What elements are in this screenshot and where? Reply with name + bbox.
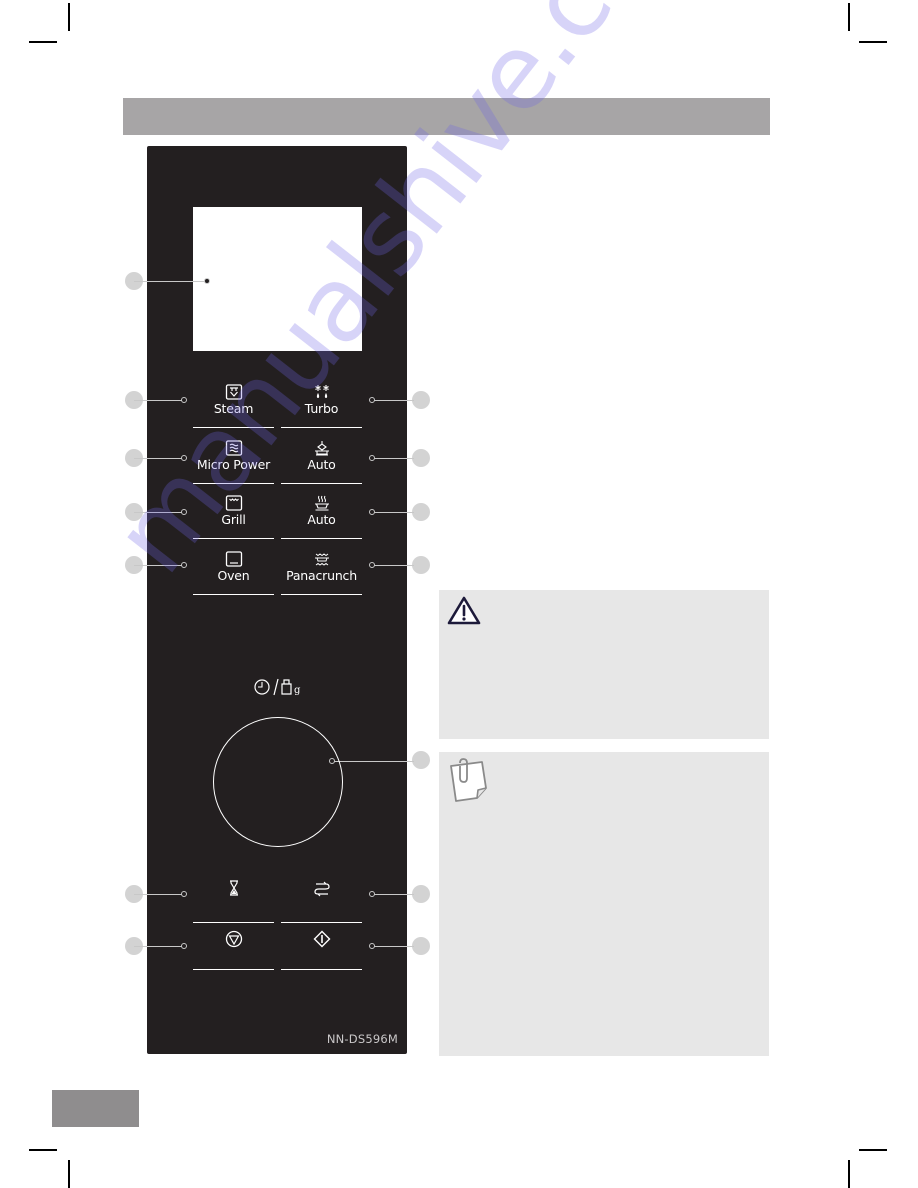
callout-marker-turbo (412, 391, 430, 409)
callout-line (134, 946, 182, 947)
steam-label: Steam (213, 401, 254, 416)
callout-dot (369, 455, 375, 461)
auto-cook-button[interactable]: Auto (281, 495, 362, 539)
note-paperclip-icon (450, 758, 487, 802)
callout-marker-auto-steam (412, 449, 430, 467)
callout-marker-dial (412, 751, 430, 769)
display-window (193, 207, 362, 351)
oven-label: Oven (217, 568, 250, 583)
callout-line (372, 458, 414, 459)
button-underline (193, 482, 274, 484)
callout-line (332, 761, 414, 762)
auto-cook-label: Auto (307, 512, 336, 527)
callout-line (134, 565, 182, 566)
button-underline (281, 426, 362, 428)
crop-mark (29, 1149, 57, 1151)
auto-steam-label: Auto (307, 457, 336, 472)
micro-power-button[interactable]: Micro Power (193, 440, 274, 484)
oven-button[interactable]: Oven (193, 551, 274, 595)
callout-marker-panacrunch (412, 556, 430, 574)
hourglass-icon (229, 880, 238, 896)
button-underline (193, 537, 274, 539)
svg-text:g: g (294, 685, 301, 696)
page-number-tab (52, 1090, 139, 1127)
crop-mark (29, 41, 57, 43)
switch-button[interactable] (281, 879, 362, 923)
start-button[interactable] (281, 926, 362, 970)
button-underline (193, 921, 274, 923)
turbo-button[interactable]: Turbo (281, 384, 362, 428)
grill-button[interactable]: Grill (193, 495, 274, 539)
microwave-waves-icon (225, 440, 242, 456)
model-number: NN-DS596M (326, 1032, 398, 1046)
button-underline (193, 593, 274, 595)
callout-line (372, 565, 414, 566)
start-icon (313, 930, 330, 948)
switch-arrows-icon (313, 881, 330, 897)
warning-box (439, 590, 769, 739)
callout-marker-start (412, 937, 430, 955)
steam-button[interactable]: Steam (193, 384, 274, 428)
callout-line (134, 458, 182, 459)
crop-mark (848, 3, 850, 31)
turbo-defrost-icon (314, 385, 329, 398)
callout-dot (204, 278, 210, 284)
callout-dot (369, 891, 375, 897)
auto-cook-icon (314, 495, 329, 511)
crop-mark (848, 1160, 850, 1188)
button-underline (281, 537, 362, 539)
turbo-label: Turbo (304, 401, 339, 416)
grill-icon (225, 495, 242, 511)
callout-line (134, 281, 206, 282)
button-underline (193, 968, 274, 970)
oven-icon (225, 551, 242, 567)
callout-line (372, 946, 414, 947)
button-underline (281, 968, 362, 970)
button-underline (281, 482, 362, 484)
callout-line (372, 400, 414, 401)
callout-line (372, 512, 414, 513)
callout-dot (181, 943, 187, 949)
callout-dot (369, 509, 375, 515)
microwave-control-panel: Steam Turbo Micro Power Auto Grill Auto … (134, 146, 414, 1054)
panacrunch-button[interactable]: Panacrunch (281, 551, 362, 595)
button-underline (281, 921, 362, 923)
grill-label: Grill (221, 512, 246, 527)
note-box (439, 752, 769, 1056)
panacrunch-label: Panacrunch (286, 568, 357, 583)
callout-marker-auto-cook (412, 503, 430, 521)
button-underline (193, 426, 274, 428)
crop-mark (68, 3, 70, 31)
auto-steam-button[interactable]: Auto (281, 440, 362, 484)
section-header-bar (123, 98, 770, 135)
warning-icon (447, 596, 481, 625)
callout-dot (181, 891, 187, 897)
stop-icon (225, 930, 242, 948)
callout-line (134, 400, 182, 401)
crop-mark (68, 1160, 70, 1188)
panacrunch-icon (314, 553, 329, 566)
crop-mark (859, 41, 887, 43)
callout-line (134, 512, 182, 513)
time-weight-dial[interactable] (213, 717, 343, 847)
time-weight-dial-icon: g (254, 678, 301, 696)
callout-marker-switch (412, 885, 430, 903)
stop-button[interactable] (193, 926, 274, 970)
crop-mark (859, 1149, 887, 1151)
timer-button[interactable] (193, 879, 274, 923)
callout-dot (369, 943, 375, 949)
callout-line (134, 894, 182, 895)
button-underline (281, 593, 362, 595)
auto-steam-icon (314, 441, 329, 456)
callout-dot (369, 562, 375, 568)
micro-power-label: Micro Power (196, 457, 271, 472)
callout-dot (369, 397, 375, 403)
steam-icon (225, 384, 242, 400)
callout-line (372, 894, 414, 895)
